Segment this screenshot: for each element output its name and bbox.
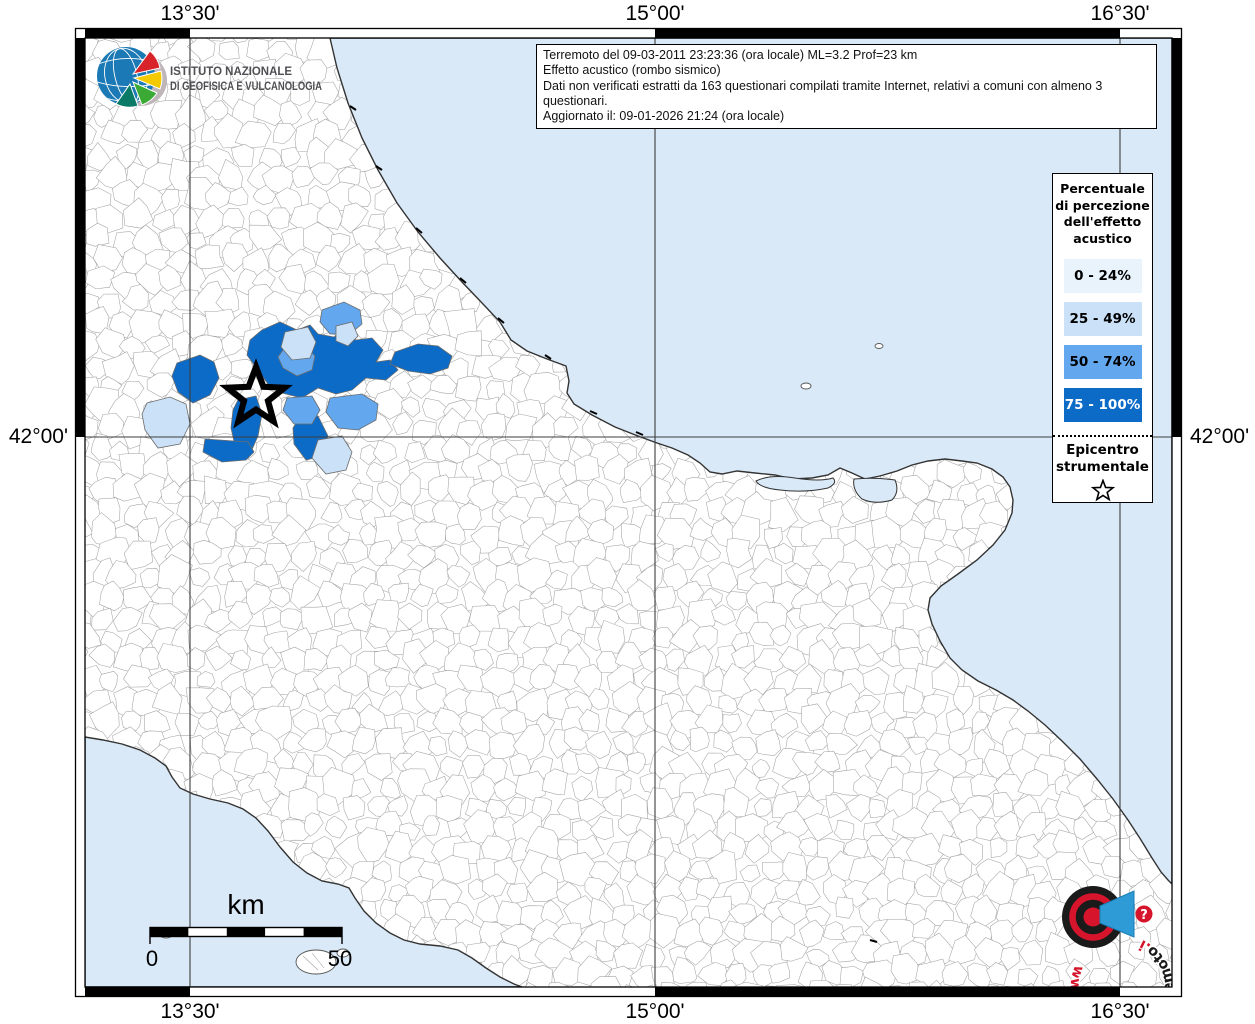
island-tremiti-2 (875, 344, 883, 349)
ingv-name-line2: DI GEOFISICA E VULCANOLOGIA (170, 81, 322, 93)
legend-epicenter-star-icon (1053, 479, 1152, 506)
event-info-line3: Dati non verificati estratti da 163 ques… (543, 79, 1150, 110)
axis-label-bottom-13-30: 13°30' (160, 1000, 219, 1024)
axis-label-bottom-15-00: 15°00' (625, 1000, 684, 1024)
island-tremiti-1 (801, 383, 811, 389)
map-canvas: km 0 50 ? www.haisentitoilterremoto.it (0, 0, 1255, 1024)
axis-label-top-15-00: 15°00' (625, 2, 684, 26)
legend-separator (1053, 435, 1152, 437)
legend-epicenter-label: Epicentro strumentale (1053, 442, 1152, 476)
legend-swatch-25-49: 25 - 49% (1064, 302, 1142, 336)
scale-end-label: 50 (328, 946, 352, 971)
event-info-line4: Aggiornato il: 09-01-2026 21:24 (ora loc… (543, 109, 1150, 124)
macroseismic-map-page: km 0 50 ? www.haisentitoilterremoto.it (0, 0, 1255, 1024)
axis-label-top-13-30: 13°30' (160, 2, 219, 26)
axis-label-left-42-00: 42°00' (0, 425, 68, 449)
axis-label-right-42-00: 42°00' (1190, 425, 1249, 449)
event-info-line2: Effetto acustico (rombo sismico) (543, 63, 1150, 78)
event-info-box: Terremoto del 09-03-2011 23:23:36 (ora l… (536, 44, 1157, 129)
legend-swatch-75-100: 75 - 100% (1064, 388, 1142, 422)
event-info-line1: Terremoto del 09-03-2011 23:23:36 (ora l… (543, 48, 1150, 63)
legend-swatch-50-74: 50 - 74% (1064, 345, 1142, 379)
legend: Percentuale di percezione dell'effetto a… (1052, 173, 1153, 503)
axis-label-bottom-16-30: 16°30' (1090, 1000, 1149, 1024)
scale-unit-label: km (227, 889, 264, 920)
watermark-question-mark: ? (1140, 908, 1148, 923)
scale-start-label: 0 (146, 946, 158, 971)
legend-swatch-0-24: 0 - 24% (1064, 259, 1142, 293)
legend-title: Percentuale di percezione dell'effetto a… (1053, 181, 1152, 247)
ingv-name-line1: ISTITUTO NAZIONALE (170, 66, 292, 78)
axis-label-top-16-30: 16°30' (1090, 2, 1149, 26)
